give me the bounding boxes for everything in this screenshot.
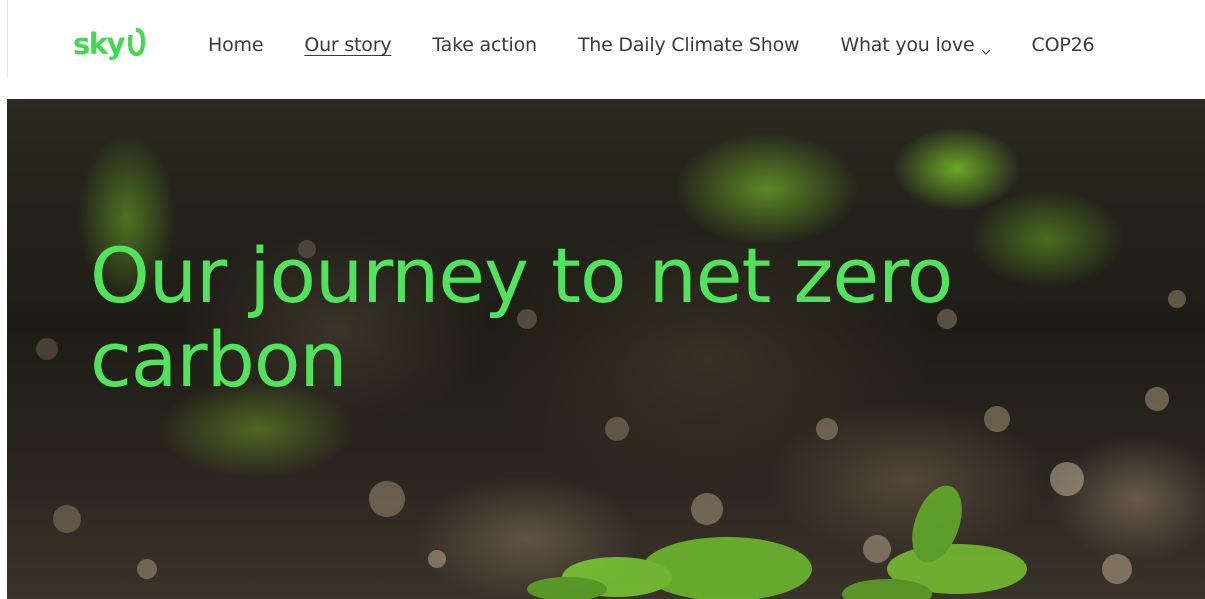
chevron-down-icon (981, 40, 991, 55)
hero-banner: Our journey to net zero carbon (7, 99, 1205, 599)
nav-take-action-label: Take action (432, 34, 537, 56)
hero-title: Our journey to net zero carbon (90, 231, 953, 404)
nav-home[interactable]: Home (208, 34, 264, 56)
nav-cop26[interactable]: COP26 (1032, 34, 1095, 56)
main-menu: Home Our story Take action The Daily Cli… (208, 31, 1095, 59)
nav-home-label: Home (208, 34, 264, 56)
nav-our-story[interactable]: Our story (304, 34, 391, 56)
nav-daily-climate-show[interactable]: The Daily Climate Show (578, 34, 800, 56)
nav-what-you-love[interactable]: What you love (840, 34, 990, 56)
page: sky Home Our story Take action The Daily… (0, 0, 1205, 599)
top-navigation: sky Home Our story Take action The Daily… (0, 0, 1205, 90)
nav-our-story-label: Our story (304, 34, 392, 56)
nav-cop26-label: COP26 (1031, 34, 1095, 56)
nav-take-action[interactable]: Take action (432, 34, 537, 56)
nav-what-you-love-label: What you love (840, 34, 975, 56)
zero-ring-icon (126, 27, 146, 61)
nav-daily-climate-show-label: The Daily Climate Show (577, 34, 800, 56)
logo-text: sky (73, 26, 125, 61)
sky-zero-logo[interactable]: sky (73, 24, 146, 64)
